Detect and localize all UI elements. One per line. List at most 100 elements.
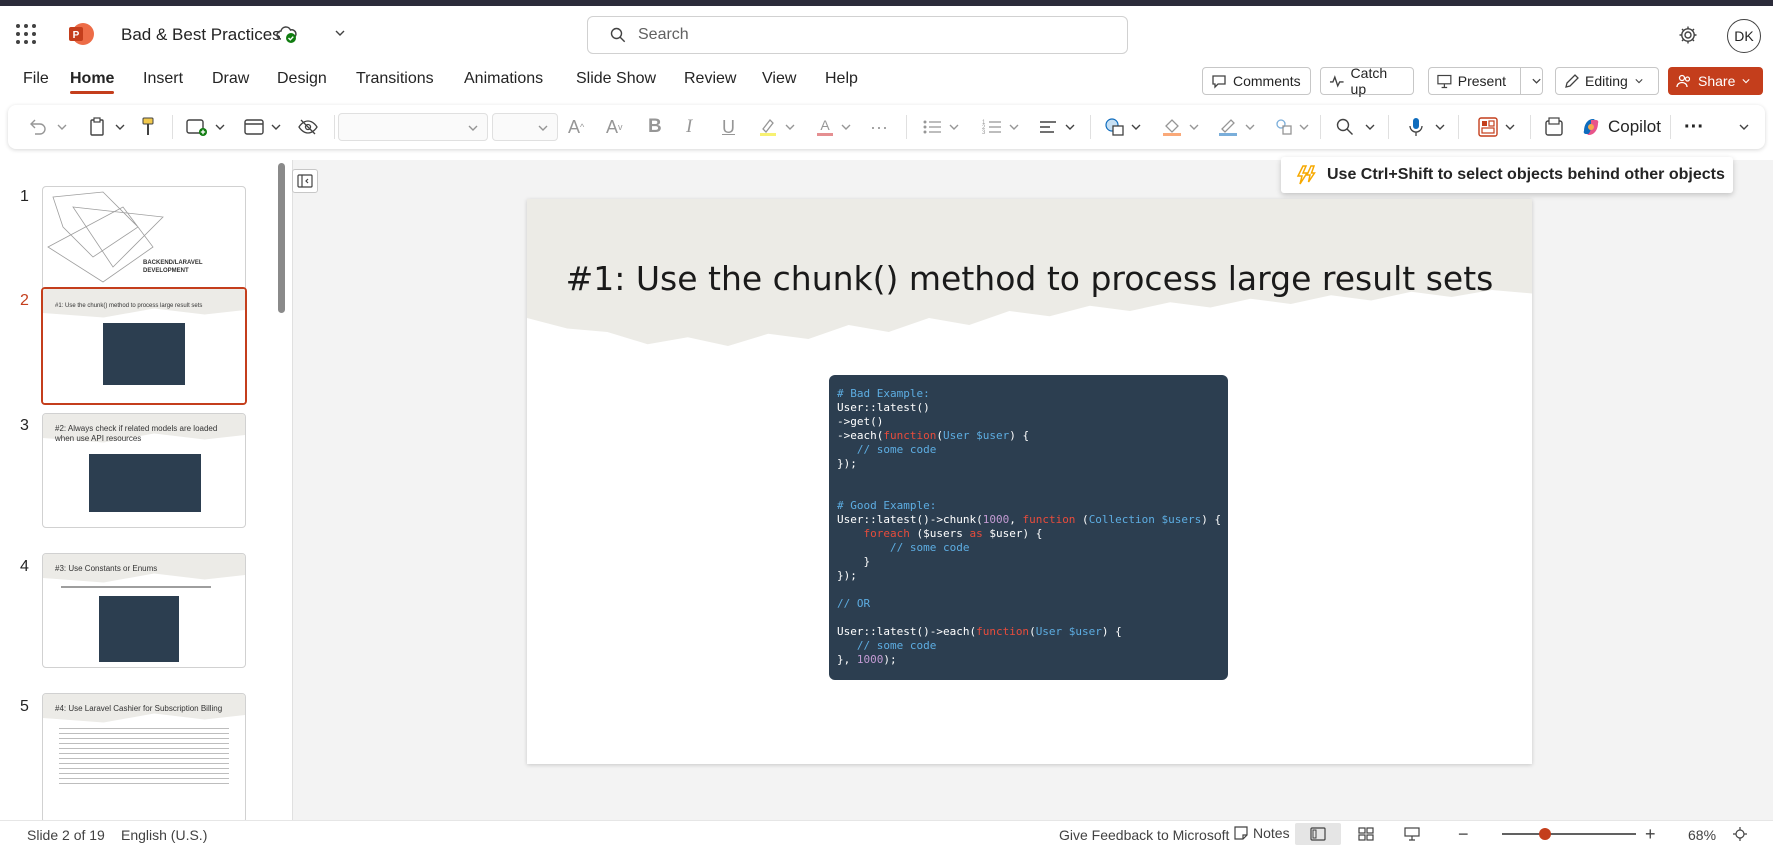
notes-icon: [1234, 826, 1248, 840]
tab-help[interactable]: Help: [825, 70, 858, 88]
tab-review[interactable]: Review: [684, 70, 736, 88]
bold-icon[interactable]: B: [648, 116, 662, 137]
chevron-down-icon[interactable]: [1531, 76, 1542, 86]
new-slide-icon[interactable]: [186, 117, 226, 137]
add-ins-icon[interactable]: [1544, 117, 1564, 137]
shape-outline-icon[interactable]: [1218, 117, 1256, 137]
tab-file[interactable]: File: [23, 70, 49, 88]
designer-icon[interactable]: [1478, 117, 1516, 137]
status-bar: Slide 2 of 19 English (U.S.) Give Feedba…: [0, 820, 1773, 846]
slide-sorter-icon[interactable]: [1358, 827, 1374, 844]
underline-icon[interactable]: U: [722, 117, 735, 137]
tab-home[interactable]: Home: [70, 70, 115, 94]
comments-button[interactable]: Comments: [1202, 67, 1311, 95]
zoom-slider-thumb[interactable]: [1539, 828, 1552, 840]
catch-up-button[interactable]: Catch up: [1320, 65, 1414, 97]
collapse-pane-button[interactable]: [292, 169, 318, 193]
decrease-font-size-icon[interactable]: Av: [606, 117, 623, 137]
numbering-icon[interactable]: 123: [982, 117, 1020, 137]
tab-insert[interactable]: Insert: [143, 70, 183, 88]
thumbnail-code-block: [89, 454, 201, 512]
language-indicator[interactable]: English (U.S.): [121, 827, 207, 843]
collapse-pane-icon: [297, 174, 313, 188]
thumbnail-number: 1: [20, 188, 29, 205]
bullets-icon[interactable]: [922, 117, 960, 137]
tab-animations[interactable]: Animations: [464, 70, 543, 88]
notes-label: Notes: [1253, 825, 1290, 841]
align-icon[interactable]: [1038, 117, 1076, 137]
settings-gear-icon[interactable]: [1678, 25, 1698, 45]
share-button[interactable]: Share: [1668, 67, 1763, 95]
code-block[interactable]: # Bad Example: User::latest() ->get() ->…: [829, 375, 1228, 680]
zoom-level[interactable]: 68%: [1688, 827, 1716, 843]
thumbnail-scrollbar[interactable]: [278, 163, 285, 313]
zoom-slider-track[interactable]: [1502, 833, 1636, 835]
current-slide[interactable]: #1: Use the chunk() method to process la…: [527, 199, 1532, 764]
font-color-icon[interactable]: A: [816, 117, 852, 137]
shapes-icon[interactable]: [1104, 117, 1142, 137]
ribbon-expand-chevron-icon[interactable]: [1738, 117, 1750, 137]
slide-thumbnail-2[interactable]: #1: Use the chunk() method to process la…: [41, 287, 247, 405]
tab-draw[interactable]: Draw: [212, 70, 249, 88]
copilot-button[interactable]: Copilot: [1580, 117, 1661, 137]
tab-transitions[interactable]: Transitions: [356, 70, 434, 88]
undo-icon[interactable]: [28, 117, 68, 137]
normal-view-button[interactable]: [1295, 823, 1341, 845]
tab-slide-show[interactable]: Slide Show: [576, 70, 656, 88]
app-launcher-icon[interactable]: [16, 24, 36, 44]
chevron-down-icon[interactable]: [334, 28, 346, 38]
hide-slide-icon[interactable]: [298, 117, 318, 137]
catch-up-label: Catch up: [1350, 65, 1388, 97]
layout-icon[interactable]: [244, 117, 282, 137]
shape-fill-icon[interactable]: [1162, 117, 1200, 137]
shape-effects-icon[interactable]: [1274, 117, 1310, 137]
more-font-options-icon[interactable]: ···: [870, 117, 888, 137]
tooltip-text: Use Ctrl+Shift to select objects behind …: [1327, 166, 1725, 183]
increase-font-size-icon[interactable]: A ^: [568, 117, 584, 137]
search-icon: [610, 27, 626, 43]
powerpoint-logo-icon[interactable]: P: [68, 22, 94, 46]
clipboard-icon[interactable]: [88, 117, 126, 137]
thumbnail-title: #4: Use Laravel Cashier for Subscription…: [55, 704, 223, 713]
thumbnail-subtitle: BACKEND/LARAVEL DEVELOPMENT: [143, 260, 203, 274]
highlight-icon[interactable]: [758, 117, 796, 137]
find-icon[interactable]: [1336, 117, 1376, 137]
font-size-select[interactable]: [492, 113, 558, 141]
user-avatar[interactable]: DK: [1727, 19, 1761, 53]
font-family-select[interactable]: [338, 113, 488, 141]
slide-counter: Slide 2 of 19: [27, 827, 105, 843]
thumbnail-title: #1: Use the chunk() method to process la…: [55, 303, 203, 309]
reading-view-icon[interactable]: [1404, 827, 1420, 844]
lightning-icon: [1296, 165, 1316, 185]
slide-thumbnail-3[interactable]: #2: Always check if related models are l…: [42, 413, 246, 528]
slide-title[interactable]: #1: Use the chunk() method to process la…: [527, 259, 1532, 298]
editing-mode-button[interactable]: Editing: [1555, 67, 1659, 95]
slide-thumbnail-1[interactable]: BACKEND/LARAVEL DEVELOPMENT: [42, 186, 246, 301]
more-options-icon[interactable]: ···: [1684, 116, 1704, 138]
tab-view[interactable]: View: [762, 70, 796, 88]
tab-design[interactable]: Design: [277, 70, 327, 88]
zoom-in-icon[interactable]: +: [1645, 824, 1656, 845]
pulse-icon: [1329, 75, 1344, 88]
thumbnail-code-block: [103, 323, 185, 385]
thumbnail-number: 4: [20, 558, 29, 575]
notes-button[interactable]: Notes: [1233, 825, 1290, 841]
search-box[interactable]: [587, 16, 1128, 54]
share-label: Share: [1698, 73, 1736, 89]
people-icon: [1676, 74, 1691, 88]
thumbnail-title: #2: Always check if related models are l…: [55, 424, 218, 443]
search-input[interactable]: [638, 26, 1078, 44]
present-button[interactable]: Present: [1428, 67, 1543, 95]
zoom-out-icon[interactable]: −: [1458, 824, 1469, 845]
slide-thumbnail-5[interactable]: #4: Use Laravel Cashier for Subscription…: [42, 693, 246, 820]
dictate-microphone-icon[interactable]: [1408, 117, 1446, 137]
format-painter-icon[interactable]: [140, 117, 156, 137]
slide-thumbnail-4[interactable]: #3: Use Constants or Enums: [42, 553, 246, 668]
document-title[interactable]: Bad & Best Practices: [121, 25, 281, 45]
fit-to-window-icon[interactable]: [1732, 826, 1748, 845]
copilot-icon: [1583, 119, 1599, 135]
give-feedback-link[interactable]: Give Feedback to Microsoft: [1059, 827, 1229, 843]
copilot-label: Copilot: [1608, 117, 1661, 136]
chevron-down-icon: [1742, 79, 1750, 84]
italic-icon[interactable]: I: [686, 116, 692, 137]
